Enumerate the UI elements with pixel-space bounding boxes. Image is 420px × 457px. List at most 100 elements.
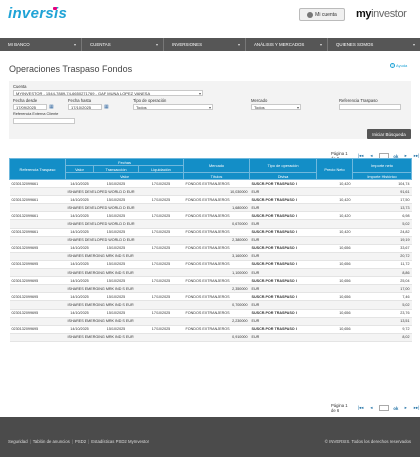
- myinvestor-logo-my: my: [356, 8, 372, 20]
- table-row[interactable]: 0230132099695 14/10/2025 15/10/2025 17/10/2…: [9, 292, 412, 302]
- cell-mercado: FONDOS EXTRANJEROS: [183, 244, 250, 253]
- cell-empty: [9, 317, 66, 326]
- cell-valor: 14/10/2025: [65, 179, 94, 189]
- search-form: Cuenta MYINVESTOR - 1544-7889-74-6650271…: [9, 81, 411, 139]
- cell-hist: 8,86: [352, 268, 412, 278]
- cell-empty: [316, 252, 353, 261]
- footer-separator: |: [71, 439, 73, 444]
- cell-titulos: 1,680000: [183, 203, 250, 213]
- table-row-detail: ISHARES EMERGING MRK IND S EUR 3,160000 EU…: [9, 252, 412, 261]
- cell-valor: 14/10/2025: [65, 325, 94, 334]
- last-page-icon[interactable]: ▸▸|: [413, 153, 420, 159]
- tipo-operacion-select[interactable]: Todos ▾: [133, 104, 213, 110]
- cell-titulos: 2,350000: [183, 284, 250, 294]
- cell-nombre: ISHARES EMERGING MRK IND S EUR: [65, 252, 184, 261]
- cell-valor: 14/10/2025: [65, 228, 94, 237]
- cell-trans: 15/10/2025: [93, 195, 139, 205]
- cell-tipo: SUSCR.POR TRASPASO I: [249, 276, 317, 286]
- table-row[interactable]: 0230132099695 14/10/2025 15/10/2025 17/10/2…: [9, 276, 412, 286]
- cell-titulos: 1,100000: [183, 268, 250, 278]
- cuenta-select[interactable]: MYINVESTOR - 1544-7889-74-6650271769 - G…: [13, 90, 203, 96]
- menu-item-quienes-somos[interactable]: QUIENES SOMOS ▾: [328, 38, 420, 51]
- chevron-down-icon: ▾: [155, 42, 158, 47]
- cell-empty: [9, 284, 66, 294]
- next-page-icon[interactable]: ▸: [402, 405, 409, 411]
- col-header-importe-historico: Importe Histórico: [352, 172, 413, 180]
- menu-item-analisis[interactable]: ANÁLISIS Y MERCADOS ▾: [246, 38, 328, 51]
- table-row[interactable]: 0230132099695 14/10/2025 15/10/2025 17/10/2…: [9, 260, 412, 270]
- cell-trans: 15/10/2025: [93, 179, 139, 189]
- cell-precio: 10,656: [316, 325, 353, 334]
- table-row[interactable]: 0230132099661 14/10/2025 15/10/2025 17/10/2…: [9, 195, 412, 205]
- tipo-operacion-label: Tipo de operación: [133, 98, 167, 103]
- main-menu: MI BANCO ▾ CUENTAS ▾ INVERSIONES ▾ ANÁLISIS…: [0, 38, 420, 51]
- table-row[interactable]: 0230132099661 14/10/2025 15/10/2025 17/10/2…: [9, 228, 412, 237]
- search-button[interactable]: Iniciar Búsqueda: [367, 129, 411, 139]
- my-account-label: Mi cuenta: [315, 11, 337, 18]
- inversis-logo[interactable]: inversis: [8, 5, 67, 22]
- pager-text: Página 1 de 6: [331, 403, 348, 413]
- chevron-down-icon: ▾: [296, 105, 299, 110]
- help-link[interactable]: ? Ayuda: [390, 63, 407, 68]
- prev-page-icon[interactable]: ◂: [368, 405, 375, 411]
- col-header-precio: Precio Neto: [316, 158, 354, 180]
- cell-hist: 5,02: [352, 300, 412, 310]
- cell-ref: 0230132099695: [9, 244, 66, 253]
- col-header-titulos: Títulos: [183, 172, 251, 180]
- table-row[interactable]: 0230132099661 14/10/2025 15/10/2025 17/10/2…: [9, 179, 412, 189]
- footer-link-psd2[interactable]: PSD2: [75, 439, 86, 444]
- cell-tipo: SUSCR.POR TRASPASO I: [249, 292, 317, 302]
- cell-hist: 5,02: [352, 219, 412, 229]
- footer-link-estadisticas[interactable]: Estadísticas PSD2 MyInvestor: [91, 439, 149, 444]
- referencia-externa-input[interactable]: [13, 118, 75, 124]
- menu-item-inversiones[interactable]: INVERSIONES ▾: [164, 38, 246, 51]
- myinvestor-logo: myinvestor: [356, 8, 407, 20]
- fecha-hasta-input[interactable]: 17/10/2025: [68, 104, 102, 110]
- col-header-valor-2: Valor: [64, 172, 185, 180]
- calendar-icon[interactable]: ▦: [49, 104, 55, 110]
- cell-tipo: SUSCR.POR TRASPASO I: [249, 260, 317, 270]
- fecha-desde-input[interactable]: 17/09/2025: [13, 104, 47, 110]
- cell-liq: 17/10/2025: [138, 309, 184, 318]
- menu-item-cuentas[interactable]: CUENTAS ▾: [82, 38, 164, 51]
- cell-titulos: 2,230000: [183, 317, 250, 326]
- mercado-label: Mercado: [251, 98, 268, 103]
- table-row[interactable]: 0230132099695 14/10/2025 15/10/2025 17/10/2…: [9, 309, 412, 318]
- referencia-traspaso-label: Referencia Traspaso: [339, 98, 378, 103]
- cell-titulos: 0,700000: [183, 300, 250, 310]
- page-number-input[interactable]: [378, 405, 390, 411]
- cell-ref: 0230132099661: [9, 179, 66, 189]
- referencia-traspaso-input[interactable]: [339, 104, 401, 110]
- menu-label: ANÁLISIS Y MERCADOS: [254, 42, 305, 47]
- first-page-icon[interactable]: |◂◂: [357, 405, 364, 411]
- table-row[interactable]: 0230132099695 14/10/2025 15/10/2025 17/10/2…: [9, 244, 412, 253]
- mercado-select[interactable]: Todos ▾: [251, 104, 301, 110]
- col-header-valor: Valor: [65, 165, 94, 173]
- table-row[interactable]: 0230132099661 14/10/2025 15/10/2025 17/10/2…: [9, 211, 412, 221]
- footer-separator: |: [88, 439, 90, 444]
- cell-trans: 15/10/2025: [93, 211, 139, 221]
- footer-link-seguridad[interactable]: Seguridad: [8, 439, 28, 444]
- cell-divisa: EUR: [249, 333, 317, 342]
- cell-precio: 10,420: [316, 179, 353, 189]
- cell-empty: [9, 236, 66, 245]
- cell-empty: [316, 236, 353, 245]
- main-content: Operaciones Traspaso Fondos ? Ayuda Cuen…: [0, 51, 420, 417]
- cell-empty: [316, 187, 353, 197]
- menu-item-mi-banco[interactable]: MI BANCO ▾: [0, 38, 82, 51]
- footer-link-tablon[interactable]: Tablón de anuncios: [33, 439, 70, 444]
- my-account-button[interactable]: Mi cuenta: [299, 8, 345, 21]
- go-page-button[interactable]: ok: [393, 406, 398, 411]
- cell-hist: 91,61: [352, 187, 412, 197]
- cell-valor: 14/10/2025: [65, 195, 94, 205]
- last-page-icon[interactable]: ▸▸|: [413, 405, 420, 411]
- cell-hist: 13,73: [352, 203, 412, 213]
- table-row[interactable]: 0230132099695 14/10/2025 15/10/2025 17/10/2…: [9, 325, 412, 334]
- cell-precio: 10,420: [316, 228, 353, 237]
- cell-importe: 7,46: [352, 292, 412, 302]
- cell-hist: 8,02: [352, 333, 412, 342]
- calendar-icon[interactable]: ▦: [104, 104, 110, 110]
- cell-empty: [9, 187, 66, 197]
- cell-tipo: SUSCR.POR TRASPASO I: [249, 228, 317, 237]
- cell-divisa: EUR: [249, 219, 317, 229]
